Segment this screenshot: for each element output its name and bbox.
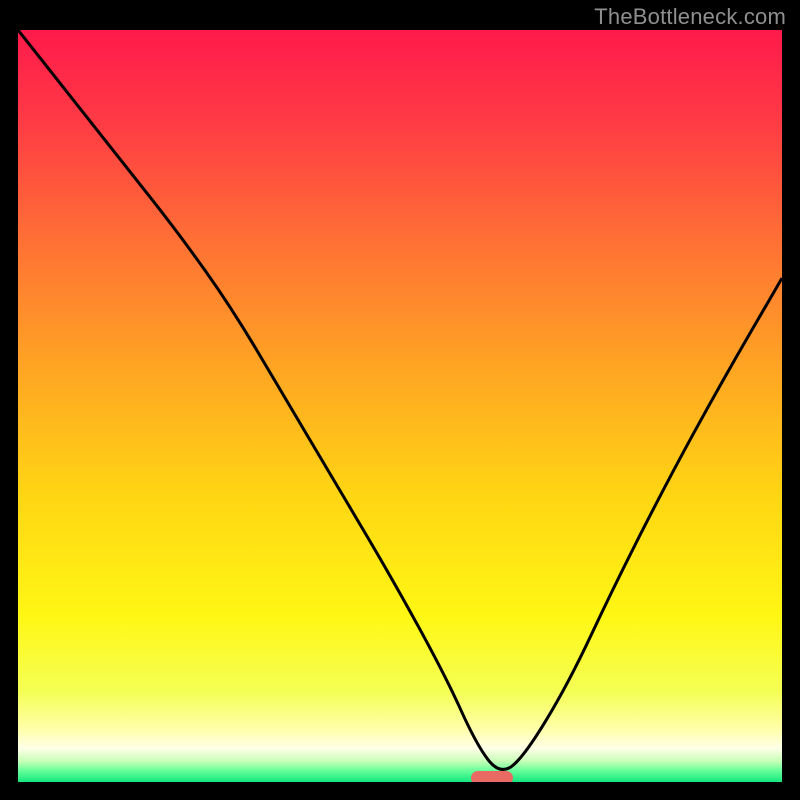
curve-layer: [18, 30, 782, 782]
optimum-marker: [471, 771, 513, 782]
watermark-text: TheBottleneck.com: [594, 4, 786, 30]
chart-frame: TheBottleneck.com: [0, 0, 800, 800]
plot-area: [18, 30, 782, 782]
bottleneck-curve: [18, 30, 782, 769]
